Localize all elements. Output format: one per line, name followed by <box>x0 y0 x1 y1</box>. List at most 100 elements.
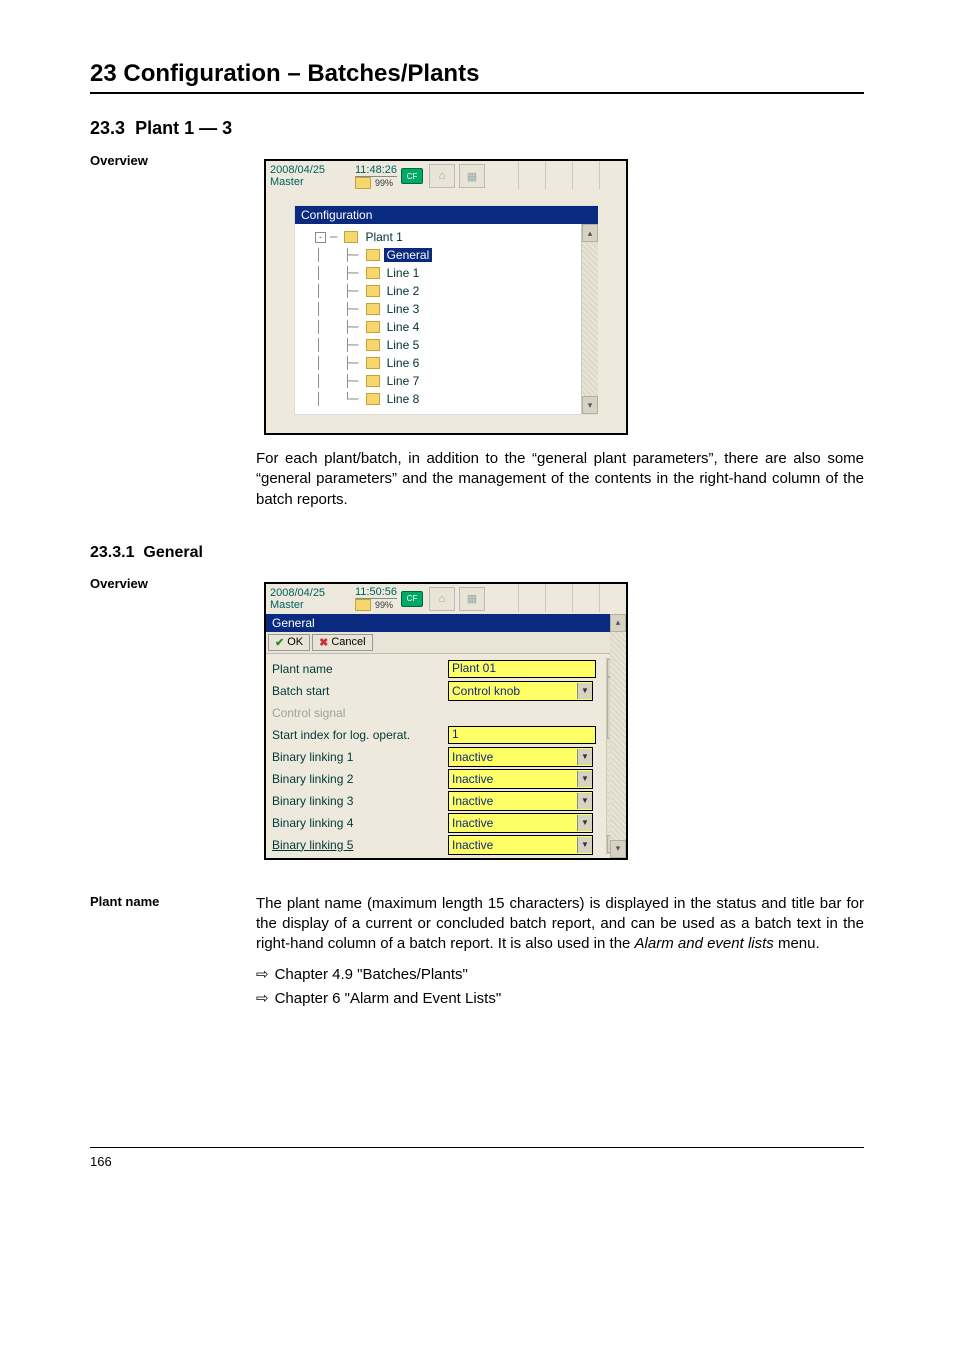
form-label: Control signal <box>272 706 442 720</box>
ref-text: Chapter 6 "Alarm and Event Lists" <box>275 990 502 1007</box>
folder-icon <box>366 249 380 261</box>
form-row: Batch start Control knob ▼ <box>272 680 620 702</box>
subsection-title: 23.3.1 General <box>90 544 864 562</box>
arrow-icon: ⇨ <box>256 990 269 1007</box>
device-screenshot-1: 2008/04/25 Master 11:48:26 99% CF ⌂ <box>264 159 628 435</box>
plant-name-label: Plant name <box>90 894 240 1007</box>
form-label: Batch start <box>272 684 442 698</box>
select-value: Inactive <box>452 772 493 786</box>
form-row: Control signal <box>272 702 620 724</box>
form-row: Binary linking 2 Inactive ▼ <box>272 768 620 790</box>
chevron-down-icon[interactable]: ▼ <box>577 837 592 853</box>
select-input[interactable]: Control knob ▼ <box>448 681 593 701</box>
form-label: Binary linking 5 <box>272 838 442 852</box>
subsection-number: 23.3.1 <box>90 544 134 561</box>
tree-node-general[interactable]: General <box>384 248 433 262</box>
folder-icon <box>344 231 358 243</box>
chevron-down-icon[interactable]: ▼ <box>577 793 592 809</box>
blank-tab <box>572 584 599 612</box>
blank-tab <box>518 161 545 189</box>
tree-node-line[interactable]: Line 7 <box>384 374 423 388</box>
select-input[interactable]: Inactive▼ <box>448 813 593 833</box>
tree-node-line[interactable]: Line 6 <box>384 356 423 370</box>
home-icon[interactable]: ⌂ <box>429 587 455 611</box>
device-mode: Master <box>270 599 355 611</box>
blank-tab <box>545 161 572 189</box>
scrollbar[interactable]: ▴ ▾ <box>610 614 626 858</box>
form-label: Plant name <box>272 662 442 676</box>
folder-icon <box>366 267 380 279</box>
keypad-icon[interactable]: ▦ <box>459 164 485 188</box>
device-time: 11:50:56 <box>355 586 397 599</box>
scroll-up-icon[interactable]: ▴ <box>610 614 626 632</box>
select-input[interactable]: Inactive ▼ <box>448 769 593 789</box>
form-row: Binary linking 3 Inactive ▼ <box>272 790 620 812</box>
form-row: Binary linking 4 Inactive▼ <box>272 812 620 834</box>
chevron-down-icon[interactable]: ▼ <box>577 683 592 699</box>
blank-tab <box>599 584 626 612</box>
device-date: 2008/04/25 <box>270 587 355 599</box>
device-date: 2008/04/25 <box>270 164 355 176</box>
config-tree[interactable]: - ─ Plant 1 │ ├─ General │ ├─ Line 1 │ ├… <box>295 224 598 414</box>
form-label: Binary linking 3 <box>272 794 442 808</box>
select-value: Inactive <box>452 794 493 808</box>
form-label: Binary linking 2 <box>272 772 442 786</box>
select-value: Inactive <box>452 838 493 852</box>
collapse-icon[interactable]: - <box>315 232 326 243</box>
plant-name-text: The plant name (maximum length 15 charac… <box>256 894 864 955</box>
form-label: Start index for log. operat. <box>272 728 442 742</box>
cancel-button[interactable]: ✖Cancel <box>312 634 372 651</box>
cf-badge: CF <box>401 591 423 607</box>
close-icon: ✖ <box>319 636 328 649</box>
select-input[interactable]: Inactive ▼ <box>448 835 593 855</box>
form-row: Start index for log. operat. 1 <box>272 724 620 746</box>
select-value: Control knob <box>452 684 520 698</box>
scroll-down-icon[interactable]: ▾ <box>582 396 598 414</box>
tree-node-plant[interactable]: Plant 1 <box>362 230 405 244</box>
section-name: Plant 1 — 3 <box>135 118 232 138</box>
scroll-down-icon[interactable]: ▾ <box>610 840 626 858</box>
keypad-icon[interactable]: ▦ <box>459 587 485 611</box>
blank-tab <box>518 584 545 612</box>
page-number: 166 <box>90 1154 112 1169</box>
folder-icon <box>366 321 380 333</box>
select-input[interactable]: Inactive ▼ <box>448 791 593 811</box>
tree-node-line[interactable]: Line 2 <box>384 284 423 298</box>
folder-icon <box>366 375 380 387</box>
select-input[interactable]: Inactive▼ <box>448 747 593 767</box>
overview-paragraph: For each plant/batch, in addition to the… <box>256 449 864 510</box>
form-label: Binary linking 4 <box>272 816 442 830</box>
scrollbar[interactable]: ▴ ▾ <box>581 224 598 414</box>
tree-node-line[interactable]: Line 8 <box>384 392 423 406</box>
device-pct: 99% <box>375 600 393 610</box>
chevron-down-icon[interactable]: ▼ <box>577 815 592 831</box>
tree-node-line[interactable]: Line 1 <box>384 266 423 280</box>
form-title: General <box>266 614 626 632</box>
form-label: Binary linking 1 <box>272 750 442 764</box>
blank-tab <box>572 161 599 189</box>
cancel-label: Cancel <box>331 636 365 648</box>
blank-tab <box>545 584 572 612</box>
ref-text: Chapter 4.9 "Batches/Plants" <box>275 966 468 983</box>
home-icon[interactable]: ⌂ <box>429 164 455 188</box>
tree-node-line[interactable]: Line 4 <box>384 320 423 334</box>
chevron-down-icon[interactable]: ▼ <box>577 749 592 765</box>
tree-title: Configuration <box>295 206 598 224</box>
chapter-title: 23 Configuration – Batches/Plants <box>90 60 864 94</box>
text-input[interactable]: 1 <box>448 726 596 744</box>
device-pct: 99% <box>375 178 393 188</box>
form-row: Binary linking 1 Inactive▼ <box>272 746 620 768</box>
scroll-up-icon[interactable]: ▴ <box>582 224 598 242</box>
check-icon: ✔ <box>275 636 284 649</box>
subsection-name: General <box>143 544 203 561</box>
arrow-icon: ⇨ <box>256 966 269 983</box>
tree-node-line[interactable]: Line 3 <box>384 302 423 316</box>
ref-link: ⇨ Chapter 6 "Alarm and Event Lists" <box>256 989 864 1007</box>
text-input[interactable]: Plant 01 <box>448 660 596 678</box>
chevron-down-icon[interactable]: ▼ <box>577 771 592 787</box>
ok-button[interactable]: ✔OK <box>268 634 310 651</box>
blank-tab <box>599 161 626 189</box>
folder-icon <box>366 339 380 351</box>
tree-node-line[interactable]: Line 5 <box>384 338 423 352</box>
device-mode: Master <box>270 176 355 188</box>
